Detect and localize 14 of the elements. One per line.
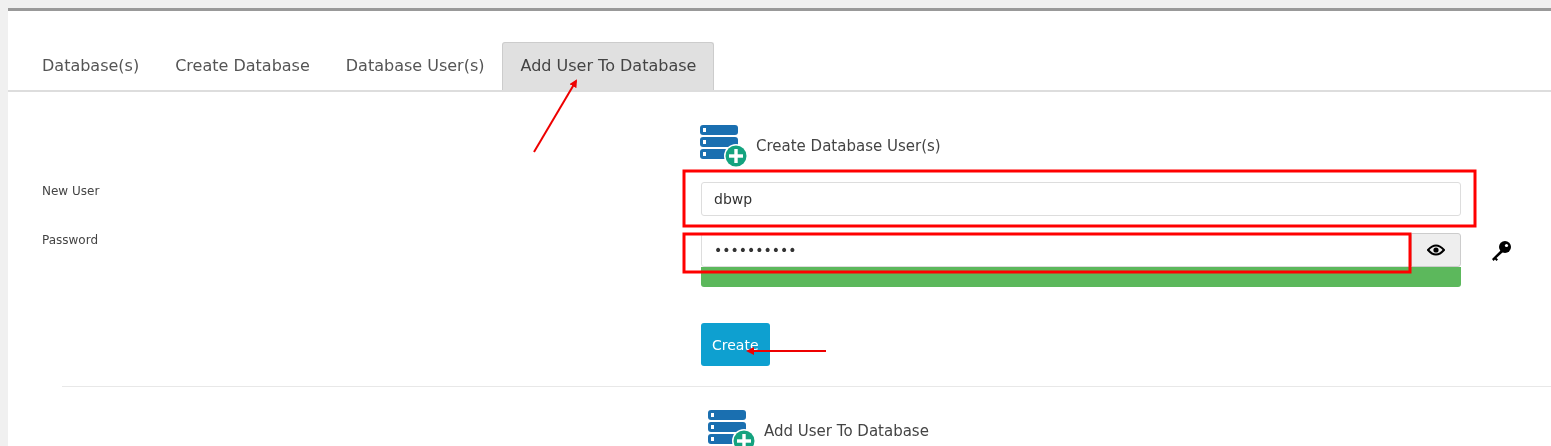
tab[interactable]: Database(s) [24,42,158,90]
section-heading: Create Database User(s) [756,137,941,155]
field-label: Password [42,233,100,247]
key-icon [1490,240,1512,262]
show-password-button[interactable] [1411,233,1461,267]
tab[interactable]: Create Database [157,42,328,90]
tab[interactable]: Database User(s) [327,42,503,90]
field-label: New User [42,183,101,198]
eye-icon [1427,244,1445,256]
database-add-icon [700,124,748,168]
section-heading: Add User To Database [764,422,929,440]
tab[interactable]: Add User To Database [502,42,715,90]
input-field[interactable]: dbwp [701,182,1461,216]
generate-password-button[interactable] [1489,239,1513,263]
